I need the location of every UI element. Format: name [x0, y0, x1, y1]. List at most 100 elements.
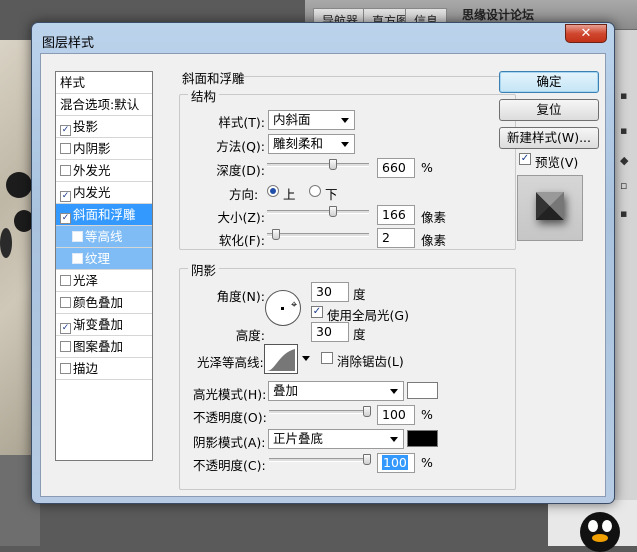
shadow-mode-select[interactable]: 正片叠底: [268, 429, 404, 449]
technique-select[interactable]: 雕刻柔和: [268, 134, 355, 154]
shadow-color-swatch[interactable]: [407, 430, 438, 447]
section-divider: [241, 76, 516, 77]
penguin-eye: [588, 520, 598, 532]
style-item-label: 渐变叠加: [73, 317, 124, 332]
altitude-unit: 度: [353, 327, 366, 342]
panel-tool-icon[interactable]: ◆: [620, 155, 632, 167]
style-item-checkbox[interactable]: [72, 253, 83, 264]
style-item-label: 描边: [73, 361, 99, 376]
style-list-item[interactable]: 内阴影: [56, 138, 152, 160]
style-item-label: 投影: [73, 119, 99, 134]
style-list-item[interactable]: 描边: [56, 358, 152, 380]
global-light-checkbox[interactable]: ✓: [311, 306, 323, 318]
direction-up-label: 上: [283, 187, 296, 202]
penguin-beak: [592, 534, 608, 542]
style-item-checkbox[interactable]: ✓: [60, 191, 71, 202]
right-tool-panel: ▪ ▪ ◆ ▫ ▪: [614, 30, 637, 546]
style-item-checkbox[interactable]: ✓: [60, 125, 71, 136]
penguin-eye: [602, 520, 612, 532]
style-list-item[interactable]: ✓ 内发光: [56, 182, 152, 204]
panel-tool-icon[interactable]: ▪: [620, 90, 632, 102]
layer-style-dialog: 图层样式 ✕ 样式 混合选项:默认 ✓ 投影 内阴影 外发光 ✓ 内发光 ✓ 斜面和浮雕 等高线…: [31, 22, 615, 504]
technique-value: 雕刻柔和: [273, 136, 324, 151]
gloss-contour-label: 光泽等高线:: [197, 355, 264, 370]
highlight-opacity-input[interactable]: 100: [377, 405, 415, 425]
size-slider-thumb[interactable]: [329, 206, 338, 217]
angle-unit: 度: [353, 287, 366, 302]
style-list-header[interactable]: 样式: [56, 72, 152, 94]
shadow-opacity-track[interactable]: [269, 458, 371, 462]
style-list-item[interactable]: 等高线: [56, 226, 152, 248]
style-list-item[interactable]: 纹理: [56, 248, 152, 270]
shadow-mode-value: 正片叠底: [273, 431, 324, 446]
highlight-opacity-thumb[interactable]: [363, 406, 371, 417]
direction-down-radio[interactable]: [309, 185, 321, 197]
style-item-checkbox[interactable]: [60, 297, 71, 308]
style-item-label: 外发光: [73, 163, 111, 178]
style-list-item[interactable]: 光泽: [56, 270, 152, 292]
style-item-label: 内阴影: [73, 141, 111, 156]
shading-group-title: 阴影: [188, 260, 220, 279]
style-item-checkbox[interactable]: [60, 275, 71, 286]
style-item-checkbox[interactable]: [72, 231, 83, 242]
panel-tool-icon[interactable]: ▪: [620, 125, 632, 137]
direction-up-radio[interactable]: [267, 185, 279, 197]
style-item-checkbox[interactable]: ✓: [60, 213, 71, 224]
panel-tool-icon[interactable]: ▪: [620, 208, 632, 220]
bevel-style-select[interactable]: 内斜面: [268, 110, 355, 130]
close-button[interactable]: ✕: [565, 24, 607, 43]
soften-slider-thumb[interactable]: [271, 229, 280, 240]
style-item-checkbox[interactable]: [60, 341, 71, 352]
new-style-button[interactable]: 新建样式(W)...: [499, 127, 599, 149]
ok-button[interactable]: 确定: [499, 71, 599, 93]
angle-label: 角度(N):: [216, 289, 265, 304]
shadow-opacity-input[interactable]: 100: [377, 453, 415, 473]
preview-checkbox[interactable]: ✓: [519, 153, 531, 165]
style-list-item[interactable]: ✓ 投影: [56, 116, 152, 138]
style-item-checkbox[interactable]: [60, 143, 71, 154]
style-item-checkbox[interactable]: [60, 363, 71, 374]
shadow-opacity-selected-text: 100: [382, 455, 408, 470]
style-item-label: 纹理: [85, 251, 111, 266]
highlight-opacity-unit: %: [421, 407, 433, 422]
style-list-item[interactable]: 外发光: [56, 160, 152, 182]
style-item-checkbox[interactable]: [60, 165, 71, 176]
style-item-label: 斜面和浮雕: [73, 207, 136, 222]
reset-button[interactable]: 复位: [499, 99, 599, 121]
chevron-down-icon[interactable]: [302, 356, 310, 361]
soften-input[interactable]: 2: [377, 228, 415, 248]
dialog-title: 图层样式: [42, 36, 95, 51]
style-list-item[interactable]: 图案叠加: [56, 336, 152, 358]
blending-options-item[interactable]: 混合选项:默认: [56, 94, 152, 116]
depth-unit: %: [421, 160, 433, 175]
highlight-opacity-label: 不透明度(O):: [193, 410, 267, 425]
soften-slider-track[interactable]: [267, 233, 369, 237]
anti-alias-checkbox[interactable]: [321, 352, 333, 364]
style-list-item[interactable]: ✓ 渐变叠加: [56, 314, 152, 336]
highlight-mode-select[interactable]: 叠加: [268, 381, 404, 401]
canvas-dark-blob: [6, 172, 32, 198]
shadow-mode-label: 阴影模式(A):: [193, 435, 266, 450]
canvas-dark-blob: [0, 228, 12, 258]
bevel-preview-square: [536, 192, 564, 220]
highlight-color-swatch[interactable]: [407, 382, 438, 399]
size-slider-track[interactable]: [267, 210, 369, 214]
depth-input[interactable]: 660: [377, 158, 415, 178]
gloss-contour-picker[interactable]: [264, 344, 298, 374]
highlight-opacity-track[interactable]: [269, 410, 371, 414]
style-list-item[interactable]: 颜色叠加: [56, 292, 152, 314]
depth-slider-track[interactable]: [267, 163, 369, 167]
angle-input[interactable]: 30: [311, 282, 349, 302]
altitude-input[interactable]: 30: [311, 322, 349, 342]
size-input[interactable]: 166: [377, 205, 415, 225]
soften-label: 软化(F):: [218, 233, 265, 248]
panel-tool-icon[interactable]: ▫: [620, 180, 632, 192]
altitude-label: 高度:: [235, 328, 265, 343]
chevron-down-icon: [390, 389, 398, 394]
chevron-down-icon: [341, 118, 349, 123]
style-list-item[interactable]: ✓ 斜面和浮雕: [56, 204, 152, 226]
style-item-checkbox[interactable]: ✓: [60, 323, 71, 334]
style-item-label: 等高线: [85, 229, 123, 244]
shadow-opacity-thumb[interactable]: [363, 454, 371, 465]
depth-slider-thumb[interactable]: [329, 159, 338, 170]
